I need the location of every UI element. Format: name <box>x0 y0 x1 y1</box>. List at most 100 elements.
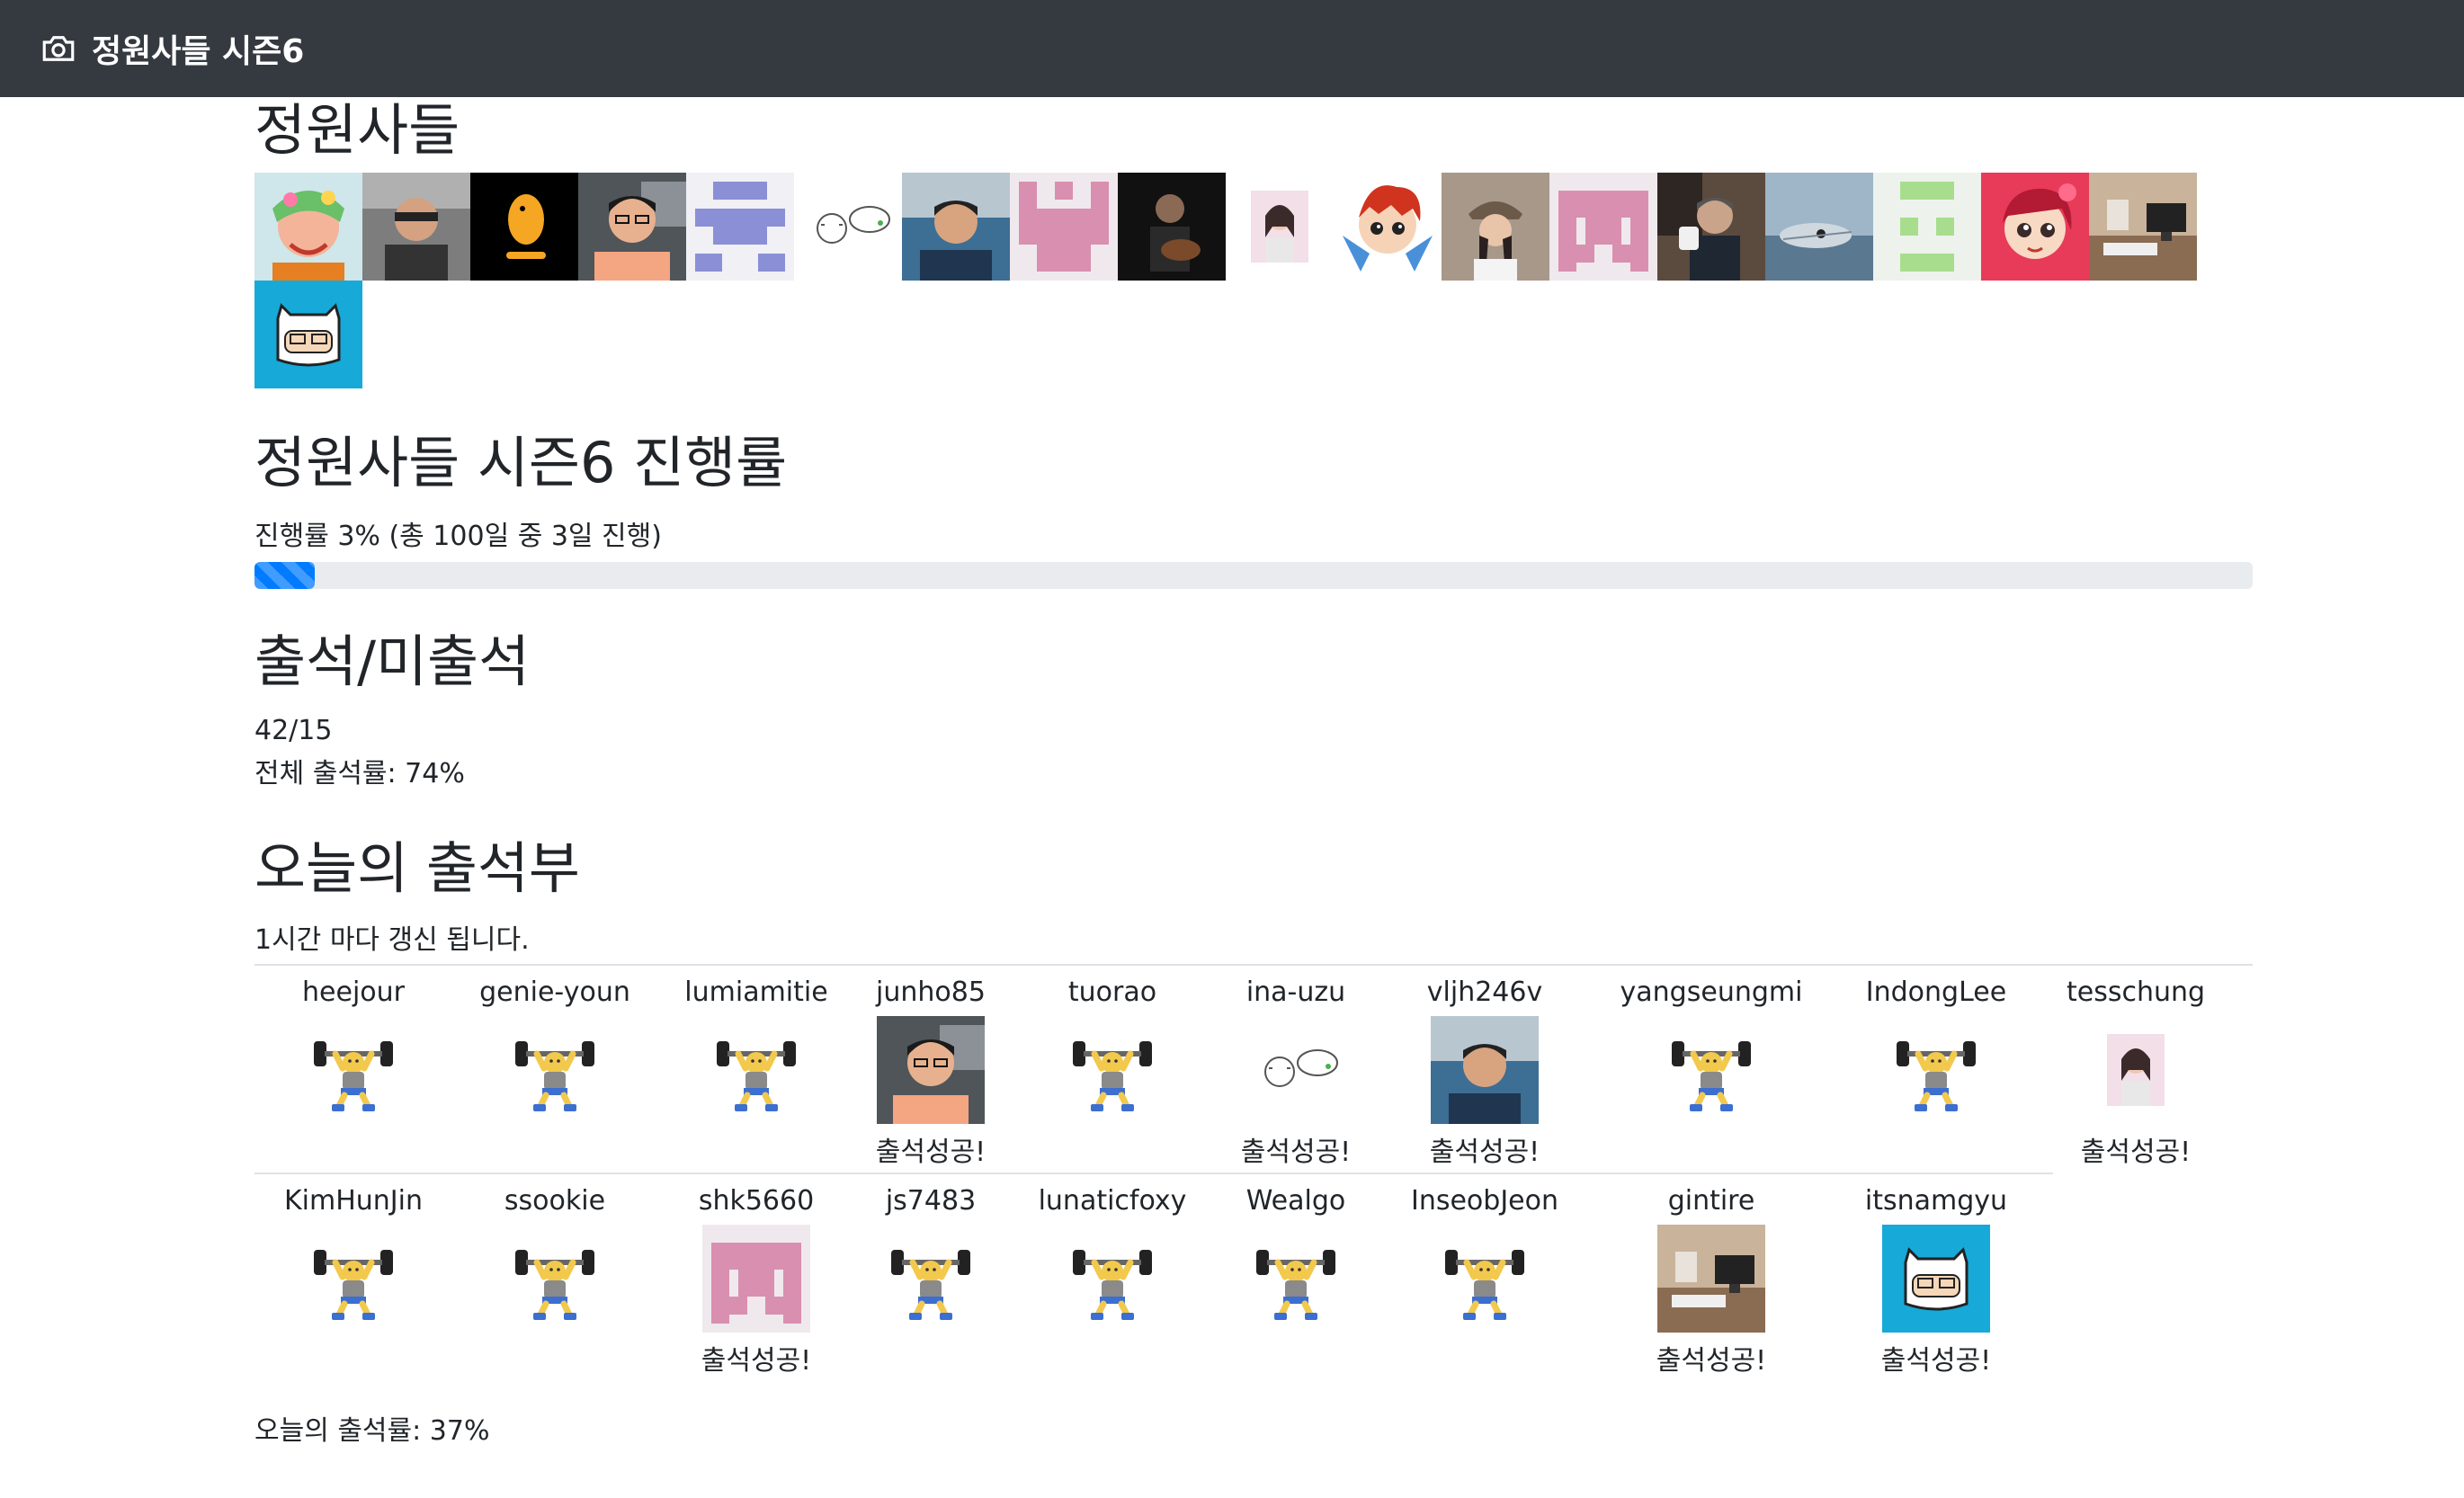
attendance-avatar <box>877 1015 985 1124</box>
weightlifter-icon <box>1431 1225 1539 1333</box>
attendance-cell-junho85: junho85 출석성공! <box>855 966 1006 1173</box>
attendance-username[interactable]: ssookie <box>504 1185 605 1217</box>
attendance-success-label: 출석성공! <box>2080 1136 2192 1168</box>
avatar-strip <box>254 173 2215 389</box>
attendance-ratio: 42/15 <box>254 715 333 747</box>
camera-icon <box>42 36 75 61</box>
attendance-username[interactable]: junho85 <box>876 976 986 1009</box>
attendance-username[interactable]: lunaticfoxy <box>1039 1185 1187 1217</box>
attendance-username[interactable]: shk5660 <box>699 1185 814 1217</box>
brand-title: 정원사들 시즌6 <box>92 33 305 70</box>
attendance-row-1: heejour genie-youn lumiamitie junho85 출석… <box>254 966 2253 1173</box>
avatar-shk5660[interactable] <box>1549 173 1657 281</box>
attendance-cell-lumiamitie: lumiamitie <box>657 966 855 1173</box>
attendance-cell-InseobJeon: InseobJeon <box>1373 1174 1596 1381</box>
attendance-username[interactable]: lumiamitie <box>684 976 827 1009</box>
today-title: 오늘의 출석부 <box>254 835 580 902</box>
attendance-username[interactable]: IndongLee <box>1866 976 2006 1009</box>
avatar-ina-uzu[interactable] <box>794 173 902 281</box>
attendance-username[interactable]: InseobJeon <box>1411 1185 1558 1217</box>
attendance-success-label: 출석성공! <box>701 1344 812 1377</box>
attendance-cell-ina-uzu: ina-uzu 출석성공! <box>1219 966 1373 1173</box>
attendance-cell-vljh246v: vljh246v 출석성공! <box>1373 966 1596 1173</box>
weightlifter-icon <box>501 1016 609 1124</box>
progress-bar-fill <box>254 561 315 589</box>
weightlifter-icon <box>1882 1016 1990 1124</box>
attendance-username[interactable]: vljh246v <box>1427 976 1542 1009</box>
attendance-title: 출석/미출석 <box>254 628 531 694</box>
attendance-success-label: 출석성공! <box>1240 1136 1352 1168</box>
avatar-KimHunJin[interactable] <box>1334 173 1442 281</box>
avatar-genie-youn[interactable] <box>362 173 470 281</box>
weightlifter-icon <box>299 1016 407 1124</box>
weightlifter-icon <box>501 1225 609 1333</box>
attendance-cell-Wealgo: Wealgo <box>1219 1174 1373 1381</box>
attendance-cell-lunaticfoxy: lunaticfoxy <box>1006 1174 1219 1381</box>
avatar-tesschung[interactable] <box>1226 173 1334 281</box>
attendance-cell-tuorao: tuorao <box>1006 966 1219 1173</box>
attendance-avatar <box>2082 1015 2190 1124</box>
avatar-vljh246v[interactable] <box>902 173 1010 281</box>
attendance-cell-gintire: gintire 출석성공! <box>1596 1174 1826 1381</box>
attendance-table: heejour genie-youn lumiamitie junho85 출석… <box>254 963 2253 1381</box>
attendance-username[interactable]: tuorao <box>1068 976 1156 1009</box>
avatar-tuorao[interactable] <box>686 173 794 281</box>
attendance-cell-KimHunJin: KimHunJin <box>254 1174 452 1381</box>
attendance-success-label: 출석성공! <box>1880 1344 1992 1377</box>
attendance-username[interactable]: js7483 <box>886 1185 976 1217</box>
weightlifter-icon <box>1242 1225 1350 1333</box>
attendance-username[interactable]: yangseungmi <box>1620 976 1803 1009</box>
progress-text: 진행률 3% (총 100일 중 3일 진행) <box>254 520 662 552</box>
attendance-cell-genie-youn: genie-youn <box>452 966 657 1173</box>
avatar-itsnamgyu[interactable] <box>254 281 362 389</box>
attendance-cell-yangseungmi: yangseungmi <box>1596 966 1826 1173</box>
progress-bar <box>254 561 2253 589</box>
weightlifter-icon <box>299 1225 407 1333</box>
avatar-lumiamitie[interactable] <box>470 173 578 281</box>
attendance-avatar <box>702 1224 810 1333</box>
members-title: 정원사들 <box>254 97 460 163</box>
attendance-username[interactable]: itsnamgyu <box>1865 1185 2007 1217</box>
progress-title: 정원사들 시즌6 진행률 <box>254 430 788 496</box>
avatar-gintire[interactable] <box>2089 173 2197 281</box>
attendance-avatar <box>1242 1015 1350 1124</box>
attendance-avatar <box>1657 1224 1765 1333</box>
attendance-username[interactable]: gintire <box>1668 1185 1755 1217</box>
attendance-success-label: 출석성공! <box>875 1136 986 1168</box>
avatar-ssookie[interactable] <box>1442 173 1549 281</box>
attendance-cell-ssookie: ssookie <box>452 1174 657 1381</box>
navbar: 정원사들 시즌6 <box>0 0 2464 97</box>
attendance-username[interactable]: genie-youn <box>479 976 630 1009</box>
attendance-cell-tesschung: tesschung 출석성공! <box>2046 966 2226 1173</box>
avatar-junho85[interactable] <box>578 173 686 281</box>
weightlifter-icon <box>702 1016 810 1124</box>
avatar-yangseungmi[interactable] <box>1010 173 1118 281</box>
attendance-username[interactable]: ina-uzu <box>1246 976 1345 1009</box>
attendance-username[interactable]: Wealgo <box>1246 1185 1345 1217</box>
weightlifter-icon <box>1657 1016 1765 1124</box>
avatar-IndongLee[interactable] <box>1118 173 1226 281</box>
avatar-InseobJeon[interactable] <box>1981 173 2089 281</box>
attendance-row-2: KimHunJin ssookie shk5660 출석성공! js7483 l… <box>254 1172 2053 1381</box>
attendance-username[interactable]: KimHunJin <box>284 1185 423 1217</box>
avatar-heejour[interactable] <box>254 173 362 281</box>
attendance-username[interactable]: tesschung <box>2067 976 2205 1009</box>
attendance-avatar <box>1431 1015 1539 1124</box>
avatar-js7483[interactable] <box>1657 173 1765 281</box>
attendance-cell-shk5660: shk5660 출석성공! <box>657 1174 855 1381</box>
today-rate: 오늘의 출석률: 37% <box>254 1414 490 1447</box>
attendance-overall-rate: 전체 출석률: 74% <box>254 758 465 790</box>
refresh-note: 1시간 마다 갱신 됩니다. <box>254 923 530 956</box>
avatar-lunaticfoxy[interactable] <box>1765 173 1873 281</box>
weightlifter-icon <box>1058 1225 1166 1333</box>
attendance-avatar <box>1882 1224 1990 1333</box>
attendance-cell-itsnamgyu: itsnamgyu 출석성공! <box>1826 1174 2046 1381</box>
attendance-cell-IndongLee: IndongLee <box>1826 966 2046 1173</box>
attendance-success-label: 출석성공! <box>1429 1136 1540 1168</box>
navbar-brand[interactable]: 정원사들 시즌6 <box>40 25 304 72</box>
main-container: 정원사들 정원사들 시즌6 진행률 진행률 3% (총 100일 중 3일 진행… <box>254 97 2253 1448</box>
attendance-cell-heejour: heejour <box>254 966 452 1173</box>
attendance-username[interactable]: heejour <box>302 976 405 1009</box>
avatar-Wealgo[interactable] <box>1873 173 1981 281</box>
attendance-success-label: 출석성공! <box>1656 1344 1767 1377</box>
